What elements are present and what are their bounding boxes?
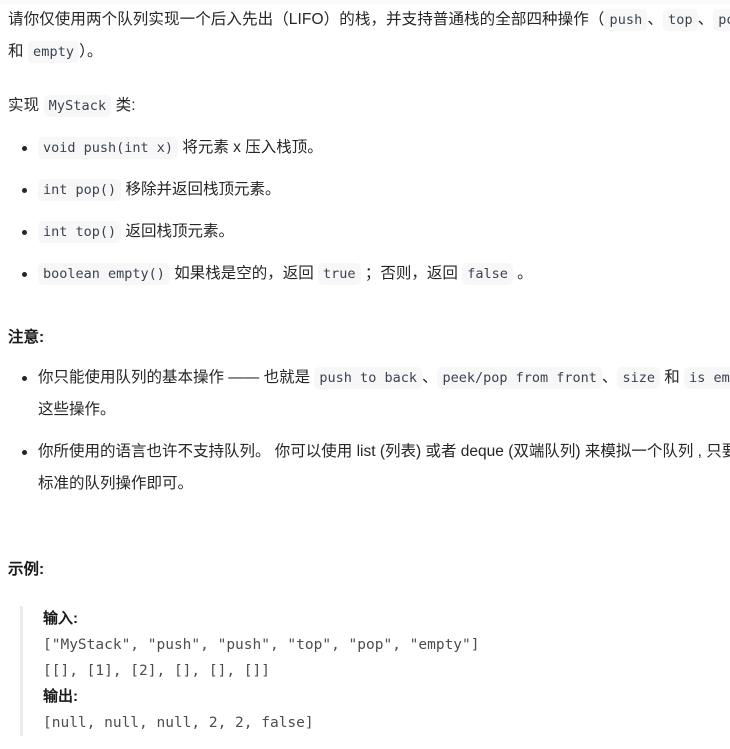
problem-description-page: 请你仅使用两个队列实现一个后入先出（LIFO）的栈，并支持普通栈的全部四种操作（… <box>0 0 730 749</box>
code-badge-size: size <box>617 367 660 389</box>
method-description-part-a: 如果栈是空的，返回 <box>169 265 319 282</box>
example-heading: 示例: <box>8 561 45 578</box>
note-text-b: 和 <box>659 369 685 386</box>
example-output-label: 输出: <box>43 688 78 705</box>
example-input-line-2: [[], [1], [2], [], [], []] <box>43 663 270 679</box>
intro-text-lead: 请你仅使用两个队列实现一个后入先出（LIFO）的栈，并支持普通栈的全部四种操作（ <box>8 11 605 28</box>
notes-heading: 注意: <box>8 329 45 346</box>
example-input-label: 输入: <box>43 610 78 627</box>
example-output-line-1: [null, null, null, 2, 2, false] <box>43 715 314 731</box>
problem-content: 请你仅使用两个队列实现一个后入先出（LIFO）的栈，并支持普通栈的全部四种操作（… <box>0 4 730 736</box>
intro-paragraph: 请你仅使用两个队列实现一个后入先出（LIFO）的栈，并支持普通栈的全部四种操作（… <box>8 4 730 68</box>
code-badge-pop: pop <box>713 9 730 31</box>
method-list: void push(int x) 将元素 x 压入栈顶。 int pop() 移… <box>8 132 730 290</box>
bullet-dot-icon <box>22 272 27 277</box>
list-item: boolean empty() 如果栈是空的，返回 true ；否则，返回 fa… <box>8 258 730 290</box>
spacer-after-intro <box>8 68 730 90</box>
intro-sep-3: 和 <box>8 43 29 60</box>
bullet-dot-icon <box>22 188 27 193</box>
code-badge-peek-pop-from-front: peek/pop from front <box>437 367 602 389</box>
example-block: 输入: ["MyStack", "push", "push", "top", "… <box>20 606 730 736</box>
code-badge-int-top: int top() <box>38 221 122 243</box>
method-description: 移除并返回栈顶元素。 <box>121 181 281 198</box>
code-badge-is-empty: is empty <box>684 367 730 389</box>
note-sep-1: 、 <box>421 369 438 386</box>
bullet-dot-icon <box>22 376 27 381</box>
note-text-deque: 你所使用的语言也许不支持队列。 你可以使用 list (列表) 或者 deque… <box>38 443 730 492</box>
implement-class-paragraph: 实现 MyStack 类: <box>8 90 730 122</box>
note-text-a: 你只能使用队列的基本操作 —— 也就是 <box>38 369 315 386</box>
list-item: int top() 返回栈顶元素。 <box>8 216 730 248</box>
bullet-dot-icon <box>22 146 27 151</box>
code-badge-push: push <box>604 9 648 31</box>
spacer-before-quote <box>8 584 730 606</box>
note-text-c: 这些操作。 <box>38 401 116 418</box>
list-item: void push(int x) 将元素 x 压入栈顶。 <box>8 132 730 164</box>
code-badge-boolean-empty: boolean empty() <box>38 263 170 285</box>
bullet-dot-icon <box>22 450 27 455</box>
intro-sep-1: 、 <box>647 11 663 28</box>
code-badge-mystack: MyStack <box>43 95 112 117</box>
method-description-part-c: 。 <box>512 265 533 282</box>
example-input-line-1: ["MyStack", "push", "push", "top", "pop"… <box>43 637 480 653</box>
code-badge-false: false <box>462 263 513 285</box>
code-badge-push-to-back: push to back <box>314 367 422 389</box>
method-description: 将元素 x 压入栈顶。 <box>178 139 323 156</box>
code-badge-int-pop: int pop() <box>38 179 122 201</box>
code-badge-true: true <box>318 263 361 285</box>
notes-list: 你只能使用队列的基本操作 —— 也就是 push to back、 peek/po… <box>8 362 730 500</box>
code-badge-top: top <box>663 9 698 31</box>
bullet-dot-icon <box>22 230 27 235</box>
spacer-before-example <box>8 500 730 534</box>
code-badge-void-push: void push(int x) <box>38 137 179 159</box>
spacer-before-example-2 <box>8 534 730 556</box>
list-item: 你只能使用队列的基本操作 —— 也就是 push to back、 peek/po… <box>8 362 730 426</box>
spacer-before-notes <box>8 290 730 324</box>
code-badge-empty: empty <box>28 41 80 63</box>
list-item: int pop() 移除并返回栈顶元素。 <box>8 174 730 206</box>
intro-text-tail: ）。 <box>79 43 103 60</box>
list-item: 你所使用的语言也许不支持队列。 你可以使用 list (列表) 或者 deque… <box>8 436 730 500</box>
implement-suffix: 类: <box>111 97 136 114</box>
note-sep-2: 、 <box>601 369 618 386</box>
intro-sep-2: 、 <box>697 11 714 28</box>
method-description: 返回栈顶元素。 <box>121 223 234 240</box>
implement-prefix: 实现 <box>8 97 44 114</box>
method-description-part-b: ；否则，返回 <box>360 265 463 282</box>
